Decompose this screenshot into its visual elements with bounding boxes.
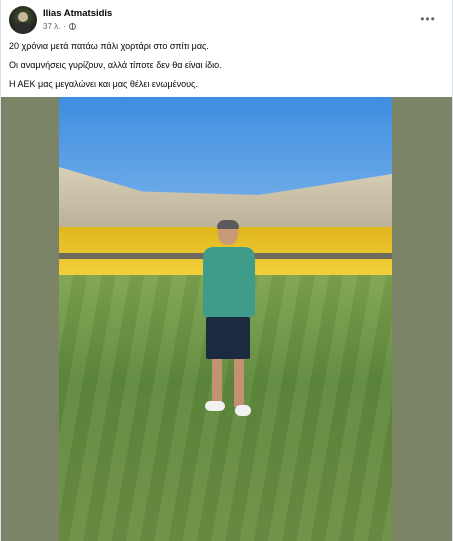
- more-icon: •••: [420, 12, 436, 26]
- stadium-photo[interactable]: [59, 97, 392, 541]
- person-hair: [217, 220, 239, 229]
- person-shorts: [206, 317, 250, 359]
- avatar-face: [18, 12, 28, 22]
- person-standing: [199, 220, 259, 431]
- facebook-post: Ilias Atmatsidis 37 λ. · ••• 20 χρόνια μ…: [0, 0, 453, 541]
- meta-separator: ·: [63, 22, 67, 31]
- post-text-line-1: 20 χρόνια μετά πατάω πάλι χορτάρι στο σπ…: [9, 41, 209, 51]
- post-media[interactable]: [1, 97, 452, 541]
- person-right-shoe: [235, 405, 251, 416]
- person-shirt: [203, 247, 255, 317]
- avatar[interactable]: [9, 6, 37, 34]
- post-meta: 37 λ. ·: [43, 22, 77, 31]
- person-right-leg: [234, 359, 244, 407]
- more-options-button[interactable]: •••: [418, 10, 438, 28]
- person-left-leg: [212, 359, 222, 404]
- avatar-body: [15, 22, 31, 34]
- post-time[interactable]: 37 λ.: [43, 22, 60, 31]
- post-text-line-2: Οι αναμνήσεις γυρίζουν, αλλά τίποτε δεν …: [9, 60, 222, 70]
- globe-icon: [69, 23, 77, 30]
- author-name[interactable]: Ilias Atmatsidis: [43, 8, 112, 19]
- post-text-line-3: Η ΑΕΚ μας μεγαλώνει και μας θέλει ενωμέν…: [9, 79, 198, 89]
- post-header: Ilias Atmatsidis 37 λ. · •••: [9, 6, 444, 38]
- person-left-shoe: [205, 401, 225, 411]
